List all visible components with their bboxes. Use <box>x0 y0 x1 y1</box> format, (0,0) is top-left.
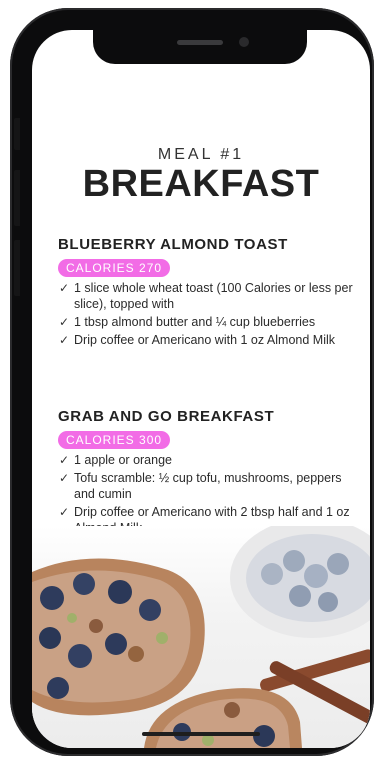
list-item-text: 1 apple or orange <box>74 453 172 467</box>
list-item: ✓ 1 slice whole wheat toast (100 Calories… <box>58 280 358 312</box>
mute-switch <box>14 118 20 150</box>
meal-option-grab-and-go-breakfast: GRAB AND GO BREAKFAST CALORIES 300 ✓ 1 ap… <box>58 408 358 538</box>
meal-title: BREAKFAST <box>82 163 320 205</box>
screen: MEAL #1 BREAKFAST BLUEBERRY ALMOND TOAST… <box>32 30 370 748</box>
speaker-grille <box>177 40 223 45</box>
volume-up-button <box>14 170 20 226</box>
check-icon: ✓ <box>59 281 70 295</box>
list-item-text: 1 slice whole wheat toast (100 Calories … <box>74 281 353 311</box>
toast-blueberries-illustration <box>32 518 370 748</box>
calories-badge: CALORIES 300 <box>58 431 171 449</box>
volume-down-button <box>14 240 20 296</box>
list-item-text: Tofu scramble: ½ cup tofu, mushrooms, pe… <box>74 471 342 501</box>
check-icon: ✓ <box>59 315 70 329</box>
check-icon: ✓ <box>59 471 70 485</box>
check-icon: ✓ <box>59 505 70 519</box>
calories-badge: CALORIES 270 <box>58 259 171 277</box>
home-indicator[interactable] <box>142 732 260 736</box>
check-icon: ✓ <box>59 453 70 467</box>
food-photo <box>32 518 370 748</box>
list-item: ✓ 1 tbsp almond butter and ¼ cup blueberr… <box>58 314 358 330</box>
notch <box>93 30 307 64</box>
ingredient-list: ✓ 1 apple or orange ✓ Tofu scramble: ½ cup… <box>58 452 358 536</box>
list-item: ✓ Tofu scramble: ½ cup tofu, mushrooms, p… <box>58 470 358 502</box>
list-item: ✓ Drip coffee or Americano with 1 oz Almo… <box>58 332 358 348</box>
check-icon: ✓ <box>59 333 70 347</box>
list-item: ✓ 1 apple or orange <box>58 452 358 468</box>
ingredient-list: ✓ 1 slice whole wheat toast (100 Calories… <box>58 280 358 348</box>
meal-number-label: MEAL #1 <box>157 146 245 163</box>
front-camera-icon <box>239 37 249 47</box>
list-item-text: 1 tbsp almond butter and ¼ cup blueberri… <box>74 315 316 329</box>
list-item-text: Drip coffee or Americano with 1 oz Almon… <box>74 333 335 347</box>
meal-option-blueberry-almond-toast: BLUEBERRY ALMOND TOAST CALORIES 270 ✓ 1 s… <box>58 236 358 350</box>
meal-option-title: BLUEBERRY ALMOND TOAST <box>58 236 288 253</box>
phone-frame: MEAL #1 BREAKFAST BLUEBERRY ALMOND TOAST… <box>10 8 374 756</box>
meal-option-title: GRAB AND GO BREAKFAST <box>58 408 275 425</box>
